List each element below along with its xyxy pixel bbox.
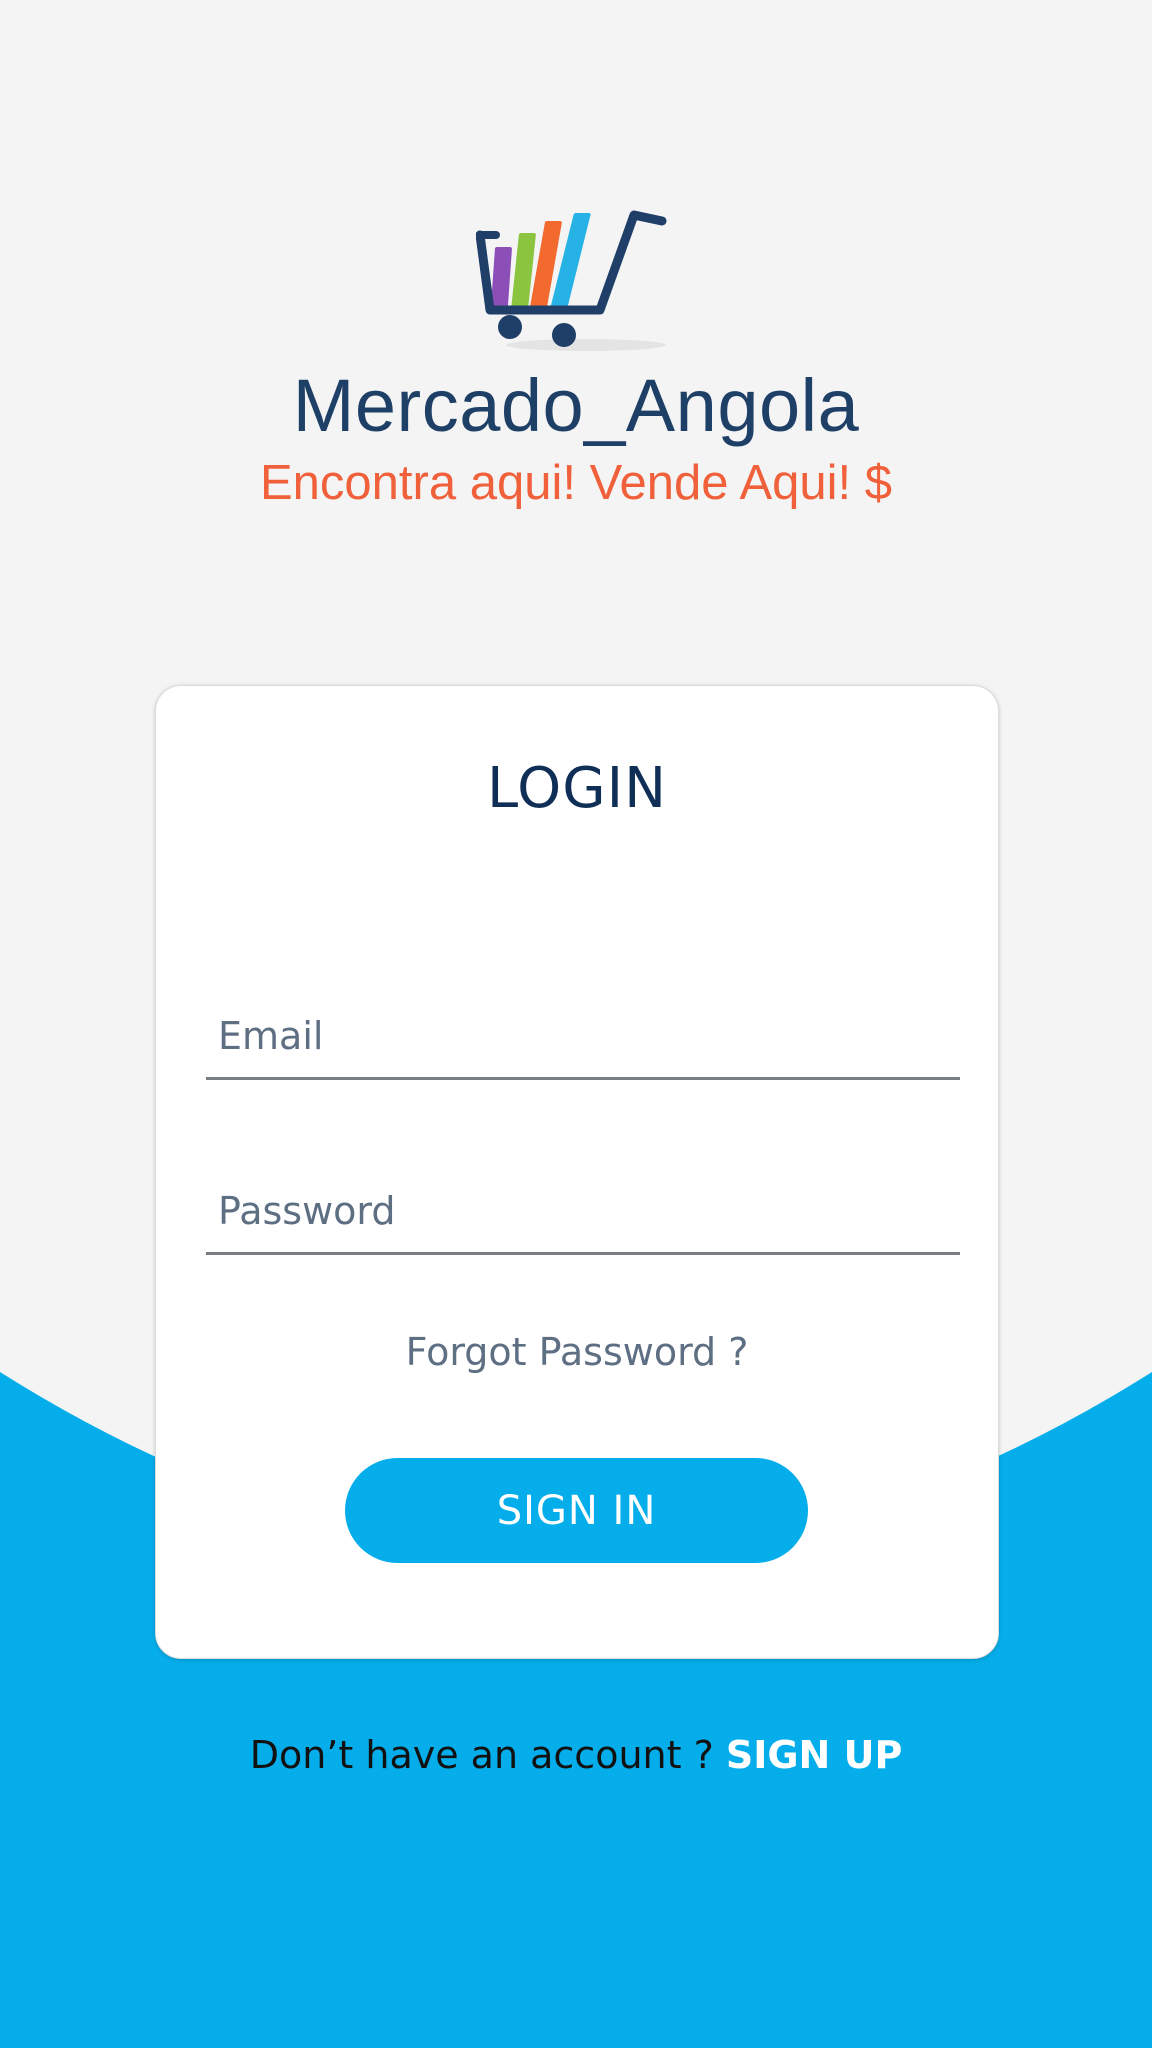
signup-prompt-text: Don’t have an account ? [249, 1733, 714, 1777]
email-field-container [206, 991, 960, 1080]
brand-name: Mercado_Angola [292, 364, 860, 447]
signup-prompt: Don’t have an account ? SIGN UP [0, 1725, 1152, 1785]
forgot-password-link[interactable]: Forgot Password ? [156, 1328, 998, 1376]
login-card: LOGIN Forgot Password ? SIGN IN [155, 685, 999, 1659]
email-input[interactable] [216, 1013, 950, 1059]
password-field-container [206, 1166, 960, 1255]
brand-header: Mercado_Angola Encontra aqui! Vende Aqui… [0, 205, 1152, 513]
password-input[interactable] [216, 1188, 950, 1234]
brand-tagline: Encontra aqui! Vende Aqui! $ [259, 456, 893, 510]
sign-in-button[interactable]: SIGN IN [345, 1458, 808, 1563]
shopping-cart-icon [476, 210, 667, 351]
login-title: LOGIN [486, 756, 668, 821]
sign-up-link[interactable]: SIGN UP [726, 1733, 902, 1777]
